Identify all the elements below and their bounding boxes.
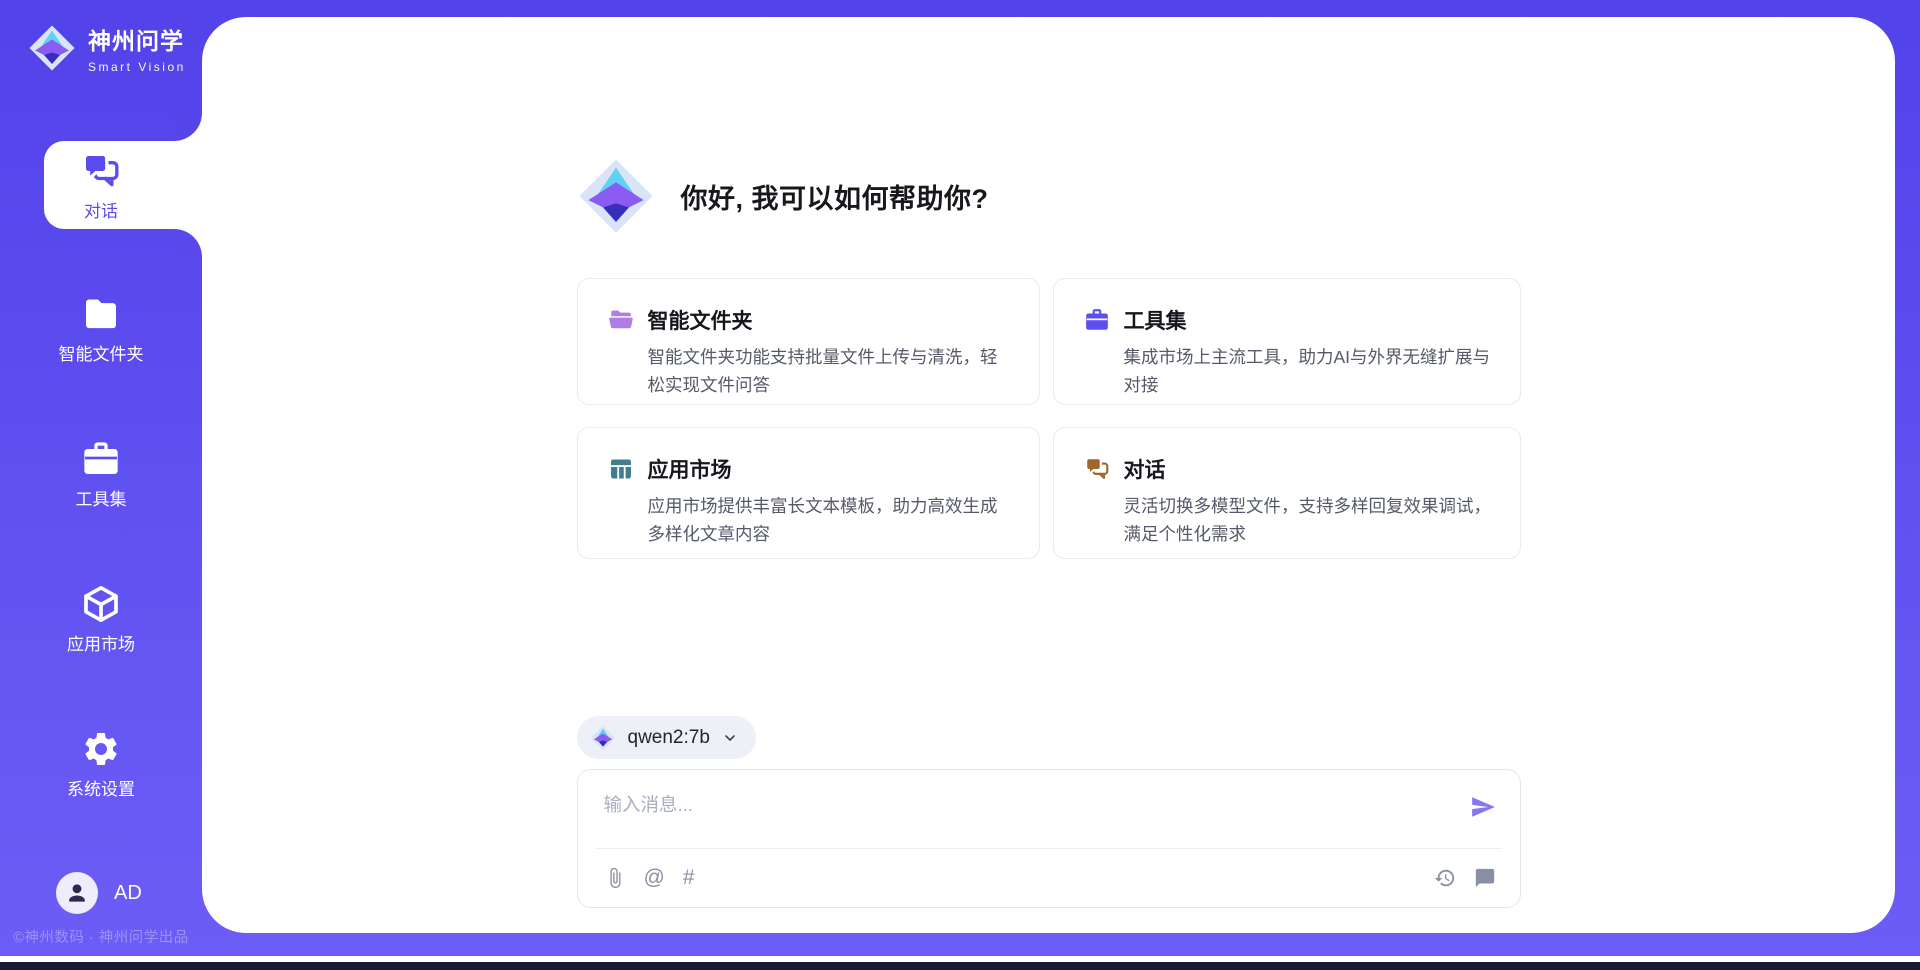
paperclip-icon[interactable] [604, 867, 626, 889]
card-head: 对话 [1084, 454, 1496, 484]
at-sign-icon[interactable]: @ [644, 867, 665, 889]
message-composer: @ # [577, 769, 1521, 908]
greeting-title: 你好, 我可以如何帮助你? [681, 177, 989, 216]
sidebar-item-smart-folder[interactable]: 智能文件夹 [0, 294, 202, 365]
welcome-header: 你好, 我可以如何帮助你? [577, 157, 989, 235]
chat-bubbles-icon [1084, 456, 1110, 482]
briefcase-icon [81, 439, 121, 479]
folder-icon [81, 294, 121, 334]
brand: 神州问学 Smart Vision [28, 22, 186, 74]
sidebar-item-label: 系统设置 [0, 775, 202, 800]
briefcase-icon [1084, 307, 1110, 333]
hash-icon[interactable]: # [683, 867, 695, 889]
person-icon [64, 880, 90, 906]
table-grid-icon [608, 456, 634, 482]
brand-subtitle: Smart Vision [88, 60, 186, 74]
user-initials: AD [114, 882, 142, 905]
main-panel: 你好, 我可以如何帮助你? 智能文件夹 智能文件夹功能支持批量文件上传与清洗，轻… [202, 17, 1895, 933]
card-title: 工具集 [1124, 305, 1187, 335]
card-head: 工具集 [1084, 305, 1496, 335]
bottom-window-edge [0, 962, 1920, 970]
sidebar-item-label: 智能文件夹 [0, 340, 202, 365]
feature-cards: 智能文件夹 智能文件夹功能支持批量文件上传与清洗，轻松实现文件问答 工具集 集成… [577, 278, 1521, 559]
tab-fillet-top [174, 113, 202, 141]
card-title: 对话 [1124, 454, 1166, 484]
card-title: 智能文件夹 [648, 305, 753, 335]
gear-icon [81, 729, 121, 769]
sidebar-item-toolset[interactable]: 工具集 [0, 439, 202, 510]
gem-diamond-icon [577, 157, 655, 235]
model-name: qwen2:7b [628, 727, 710, 749]
brand-title: 神州问学 [88, 22, 186, 56]
feature-card-toolset[interactable]: 工具集 集成市场上主流工具，助力AI与外界无缝扩展与对接 [1053, 278, 1521, 405]
folder-open-icon [608, 307, 634, 333]
feature-card-chat[interactable]: 对话 灵活切换多模型文件，支持多样回复效果调试，满足个性化需求 [1053, 427, 1521, 559]
app-background: 你好, 我可以如何帮助你? 智能文件夹 智能文件夹功能支持批量文件上传与清洗，轻… [0, 0, 1920, 956]
composer-input-row [578, 770, 1520, 848]
sidebar-item-label: 工具集 [0, 485, 202, 510]
card-head: 应用市场 [608, 454, 1015, 484]
sidebar-item-chat[interactable]: 对话 [0, 151, 202, 222]
card-description: 灵活切换多模型文件，支持多样回复效果调试，满足个性化需求 [1124, 492, 1496, 549]
card-head: 智能文件夹 [608, 305, 1015, 335]
gem-diamond-icon [590, 725, 616, 751]
tab-fillet-bottom [174, 229, 202, 257]
model-selector[interactable]: qwen2:7b [577, 716, 756, 759]
composer-toolbar-left: @ # [604, 867, 695, 889]
sidebar-item-label: 应用市场 [0, 630, 202, 655]
card-description: 应用市场提供丰富长文本模板，助力高效生成多样化文章内容 [648, 492, 1015, 549]
brand-text: 神州问学 Smart Vision [88, 22, 186, 74]
card-description: 智能文件夹功能支持批量文件上传与清洗，轻松实现文件问答 [648, 343, 1015, 400]
history-icon[interactable] [1434, 867, 1456, 889]
composer-toolbar: @ # [578, 849, 1520, 907]
feature-card-app-market[interactable]: 应用市场 应用市场提供丰富长文本模板，助力高效生成多样化文章内容 [577, 427, 1040, 559]
composer-toolbar-right [1434, 867, 1496, 889]
card-description: 集成市场上主流工具，助力AI与外界无缝扩展与对接 [1124, 343, 1496, 400]
sidebar-footer: ©神州数码 · 神州问学出品 [0, 926, 202, 947]
chevron-down-icon [722, 730, 738, 746]
user-profile[interactable]: AD [56, 872, 142, 914]
send-plane-icon[interactable] [1470, 794, 1496, 820]
card-title: 应用市场 [648, 454, 732, 484]
cube-icon [81, 584, 121, 624]
sidebar: 神州问学 Smart Vision 对话 智能文件夹 [0, 0, 202, 956]
sidebar-item-label: 对话 [0, 197, 202, 222]
gem-diamond-icon [28, 24, 76, 72]
feature-card-smart-folder[interactable]: 智能文件夹 智能文件夹功能支持批量文件上传与清洗，轻松实现文件问答 [577, 278, 1040, 405]
chat-bubbles-icon [81, 151, 121, 191]
message-input[interactable] [604, 794, 1470, 816]
comment-icon[interactable] [1474, 867, 1496, 889]
avatar[interactable] [56, 872, 98, 914]
sidebar-item-app-market[interactable]: 应用市场 [0, 584, 202, 655]
sidebar-item-settings[interactable]: 系统设置 [0, 729, 202, 800]
content-column: 你好, 我可以如何帮助你? 智能文件夹 智能文件夹功能支持批量文件上传与清洗，轻… [577, 17, 1521, 933]
